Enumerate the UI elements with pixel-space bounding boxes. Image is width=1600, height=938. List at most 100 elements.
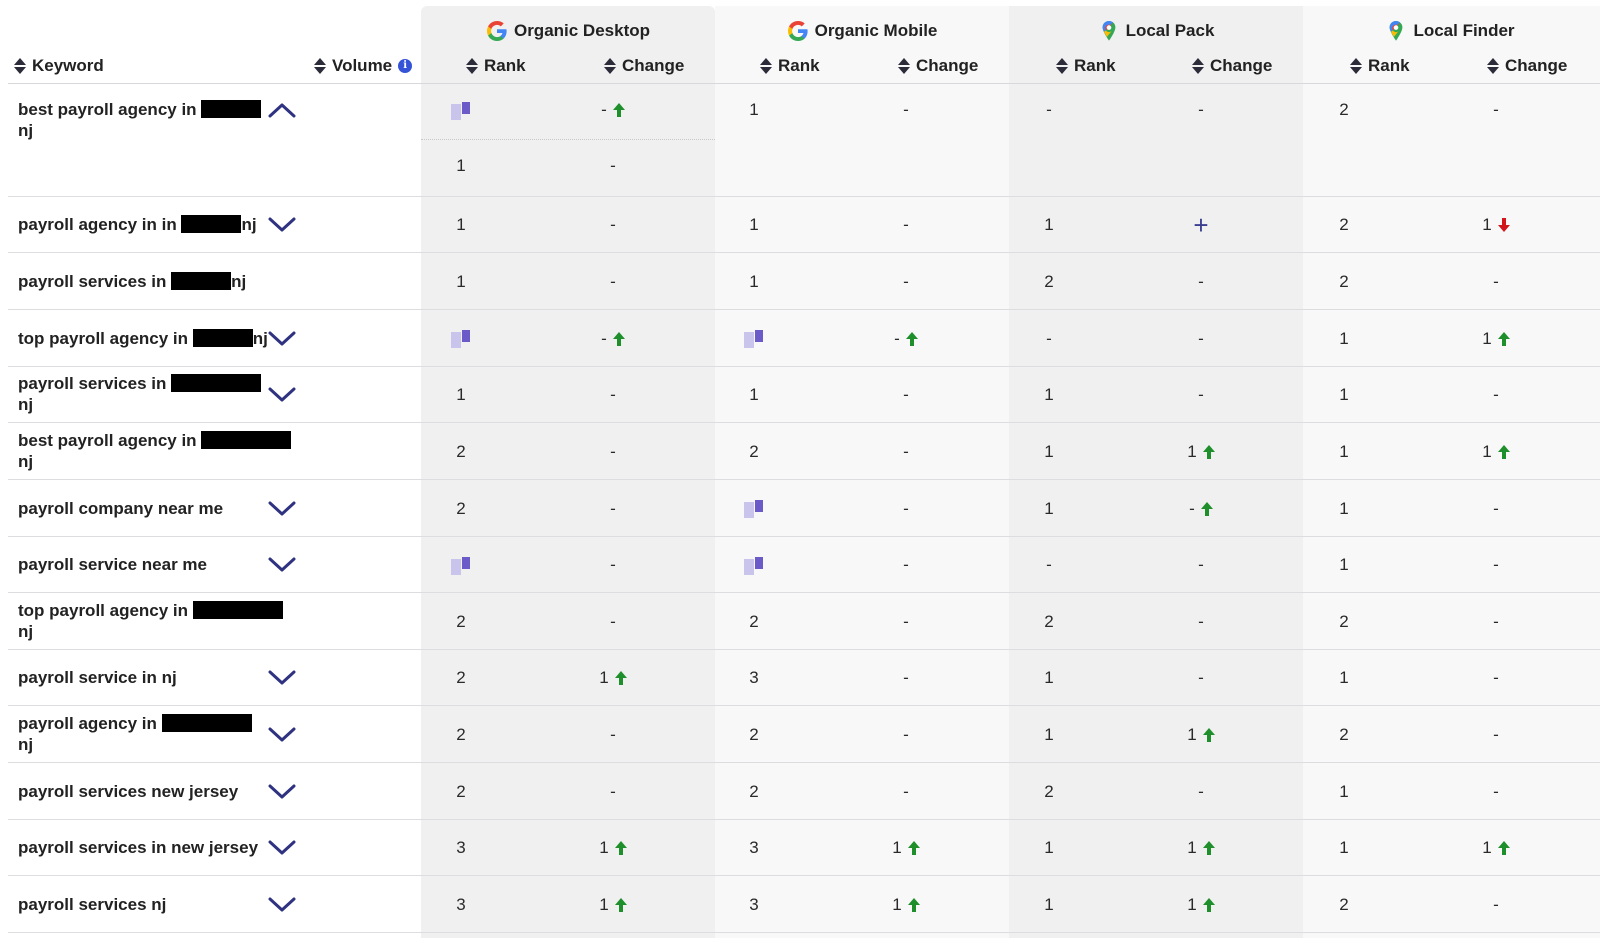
sort-organic-desktop-change[interactable]: Change	[604, 54, 684, 78]
sort-local-pack-rank[interactable]: Rank	[1056, 54, 1116, 78]
cell-value: 1	[1482, 838, 1492, 857]
info-icon[interactable]: i	[398, 59, 413, 73]
keyword-text-suffix: nj	[18, 451, 34, 471]
google-icon	[787, 20, 809, 42]
group-header-organic-desktop: Organic Desktop	[421, 18, 715, 44]
expand-row-chevron-down-icon[interactable]	[267, 330, 297, 348]
lp-rank-cell: 2	[1009, 271, 1089, 293]
cell-value: -	[1198, 100, 1204, 119]
lp-change-cell: -	[1161, 99, 1241, 121]
expanded-divider	[421, 139, 715, 140]
om-change-cell: 1	[866, 894, 946, 916]
table-row: best payroll agency in nj 2 - 2 - 1 1 1 1	[8, 423, 1600, 480]
od-rank-cell: 1	[421, 271, 501, 293]
google-icon	[486, 20, 508, 42]
cell-value: -	[601, 100, 607, 119]
cell-value: -	[1198, 668, 1204, 687]
lf-rank-cell: 1	[1304, 667, 1384, 689]
om-rank-cell: 3	[714, 837, 794, 859]
redacted-location	[171, 374, 262, 392]
cell-value: -	[903, 100, 909, 119]
om-change-cell: 1	[866, 837, 946, 859]
cell-value: -	[1198, 781, 1204, 801]
cell-value: 1	[1339, 838, 1349, 857]
sort-keyword-header[interactable]: Keyword	[14, 54, 104, 78]
expand-row-chevron-down-icon[interactable]	[267, 669, 297, 687]
lp-change-cell: -	[1161, 271, 1241, 293]
lp-change-cell: +	[1161, 212, 1241, 240]
sort-icon	[466, 57, 478, 75]
cell-value: -	[1198, 328, 1204, 348]
table-row: payroll services new jersey 2 - 2 - 2 - 1 -	[8, 763, 1600, 820]
expand-row-chevron-down-icon[interactable]	[267, 216, 297, 234]
od-rank-cell	[421, 99, 501, 122]
cell-value: -	[903, 498, 909, 518]
cell-value: -	[610, 555, 616, 574]
cell-value: 3	[456, 838, 466, 857]
om-rank-cell: 2	[714, 441, 794, 463]
redacted-location	[201, 100, 262, 118]
arrow-up-icon	[906, 332, 918, 346]
cell-value: 1	[1187, 894, 1197, 914]
table-row: top payroll agency in nj 2 - 2 - 2 - 2 -	[8, 593, 1600, 650]
cell-value: 1	[1044, 894, 1054, 914]
expand-row-chevron-down-icon[interactable]	[267, 500, 297, 518]
cell-value: 1	[1044, 498, 1054, 518]
keyword-text: best payroll agency in	[18, 100, 197, 119]
rank-history-sparkline-icon[interactable]	[449, 328, 473, 350]
cell-value: 1	[1339, 555, 1349, 574]
collapse-row-chevron-up-icon[interactable]	[267, 101, 297, 119]
expand-row-chevron-down-icon[interactable]	[267, 839, 297, 857]
od-change-cell: -	[573, 99, 653, 121]
cell-value: -	[1046, 555, 1052, 574]
rank-history-sparkline-icon[interactable]	[449, 100, 473, 122]
expand-row-chevron-down-icon[interactable]	[267, 896, 297, 914]
rank-history-sparkline-icon[interactable]	[742, 555, 766, 577]
cell-value: 2	[1339, 724, 1349, 744]
cell-value: 1	[749, 271, 759, 291]
sort-icon	[898, 57, 910, 75]
sort-volume-header[interactable]: Volume i	[314, 54, 413, 78]
new-entry-plus-icon: +	[1193, 210, 1209, 240]
table-row: payroll agency in nj 2 - 2 - 1 1 2 -	[8, 706, 1600, 763]
sort-icon	[14, 57, 26, 75]
expand-row-chevron-down-icon[interactable]	[267, 783, 297, 801]
cell-value: 2	[749, 724, 759, 744]
group-header-label: Organic Desktop	[513, 21, 651, 40]
sort-local-finder-rank[interactable]: Rank	[1350, 54, 1410, 78]
rank-history-sparkline-icon[interactable]	[742, 498, 766, 520]
od-change-cell: -	[573, 554, 653, 576]
expand-row-chevron-down-icon[interactable]	[267, 726, 297, 744]
rank-history-sparkline-icon[interactable]	[742, 328, 766, 350]
keyword-text: payroll services in	[18, 374, 167, 393]
lp-change-cell: 1	[1161, 724, 1241, 746]
keyword-text-suffix: nj	[18, 621, 34, 641]
maps-pin-icon	[1385, 20, 1407, 42]
cell-value: 1	[1339, 385, 1349, 404]
expand-row-chevron-down-icon[interactable]	[267, 386, 297, 404]
sort-icon	[314, 57, 326, 75]
expanded-extra-change-cell: -	[573, 155, 653, 177]
sort-organic-mobile-change[interactable]: Change	[898, 54, 978, 78]
expand-row-chevron-down-icon[interactable]	[267, 556, 297, 574]
om-rank-cell: 1	[714, 99, 794, 121]
om-rank-cell: 2	[714, 724, 794, 746]
cell-value: 2	[749, 441, 759, 461]
lf-change-cell: -	[1456, 99, 1536, 121]
lf-change-cell: 1	[1456, 441, 1536, 463]
arrow-up-icon	[1203, 898, 1215, 912]
rank-history-sparkline-icon[interactable]	[449, 555, 473, 577]
sort-local-pack-change[interactable]: Change	[1192, 54, 1272, 78]
sort-organic-mobile-rank[interactable]: Rank	[760, 54, 820, 78]
cell-value: 1	[1044, 441, 1054, 461]
cell-value: 1	[456, 156, 466, 175]
table-row: best payroll agency in nj - 1 - - - 2 - 1 -	[8, 84, 1600, 197]
lf-rank-cell: 1	[1304, 498, 1384, 520]
cell-value: 2	[749, 611, 759, 631]
sort-organic-desktop-rank[interactable]: Rank	[466, 54, 526, 78]
lf-change-cell: -	[1456, 498, 1536, 520]
cell-value: 2	[1339, 611, 1349, 631]
sort-local-finder-change[interactable]: Change	[1487, 54, 1567, 78]
cell-value: 1	[1044, 668, 1054, 687]
keyword-cell: payroll services in nj	[18, 373, 262, 415]
